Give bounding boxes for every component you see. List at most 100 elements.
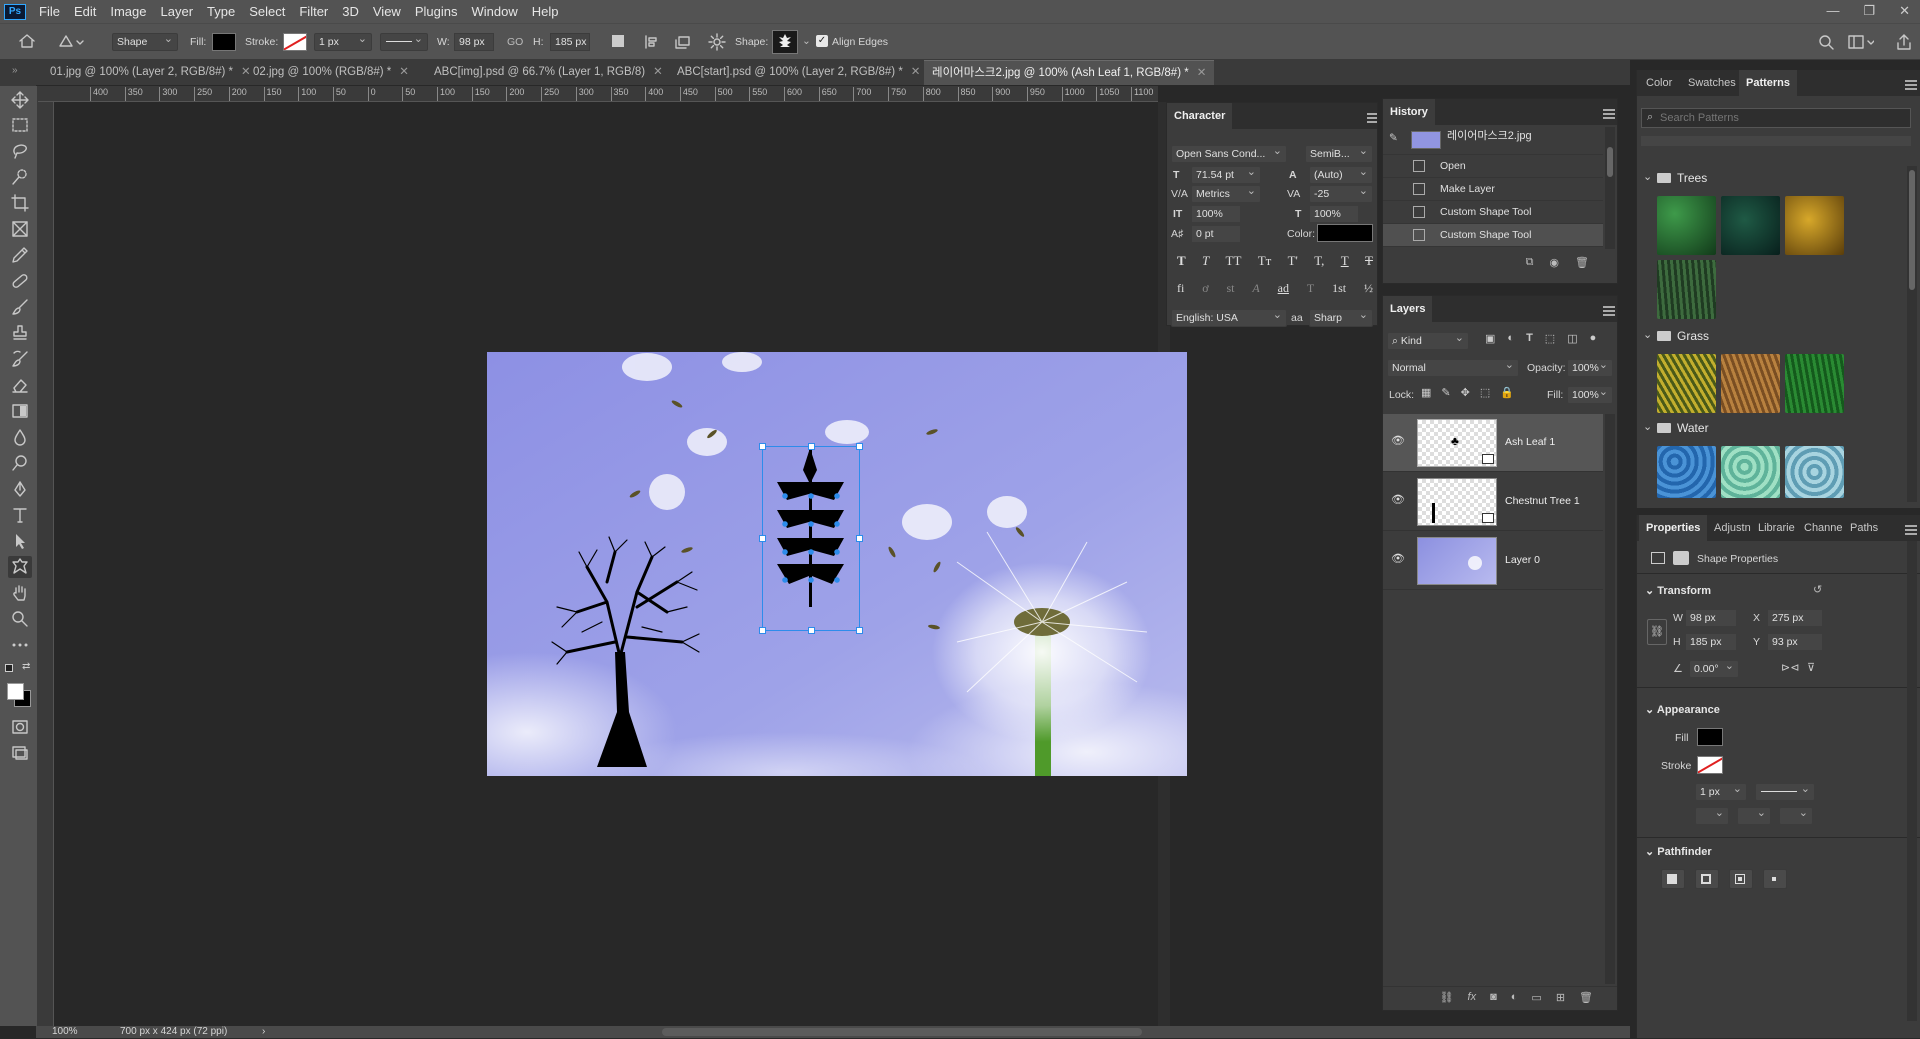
swatches-tab[interactable]: Swatches bbox=[1681, 70, 1743, 96]
link-dimensions-icon[interactable]: GO bbox=[507, 35, 523, 49]
layer-style-fx-icon[interactable]: fx bbox=[1468, 991, 1477, 1010]
pattern-swatch[interactable] bbox=[1785, 354, 1844, 413]
status-arrow-icon[interactable]: › bbox=[262, 1025, 265, 1039]
strikethrough-button[interactable]: T bbox=[1365, 253, 1373, 271]
menu-file[interactable]: File bbox=[32, 0, 67, 23]
layers-menu-icon[interactable] bbox=[1603, 306, 1615, 316]
tracking-select[interactable]: -25 bbox=[1309, 183, 1373, 203]
document-info[interactable]: 700 px x 424 px (72 ppi) bbox=[120, 1025, 227, 1039]
custom-shape-tool-icon[interactable] bbox=[8, 556, 32, 578]
pattern-swatch[interactable] bbox=[1785, 196, 1844, 255]
tool-preset-picker[interactable] bbox=[58, 33, 88, 49]
appearance-stroke-swatch[interactable] bbox=[1697, 756, 1723, 774]
path-arrangement-icon[interactable] bbox=[674, 34, 692, 50]
menu-view[interactable]: View bbox=[366, 0, 408, 23]
vertical-scale-input[interactable]: 100% bbox=[1191, 205, 1241, 223]
appearance-section-label[interactable]: ⌄ Appearance bbox=[1645, 703, 1720, 716]
history-step-current[interactable]: Custom Shape Tool bbox=[1383, 224, 1603, 247]
properties-tab[interactable]: Properties bbox=[1639, 515, 1708, 541]
height-input[interactable]: 185 px bbox=[550, 33, 590, 51]
pattern-swatch[interactable] bbox=[1721, 354, 1780, 413]
layer-name[interactable]: Chestnut Tree 1 bbox=[1505, 495, 1580, 507]
pattern-group-water[interactable]: ⌄ Water bbox=[1643, 420, 1903, 440]
history-tab[interactable]: History bbox=[1383, 99, 1435, 125]
language-select[interactable]: English: USA bbox=[1171, 307, 1287, 327]
layer-name[interactable]: Ash Leaf 1 bbox=[1505, 436, 1555, 448]
tab-01-jpg[interactable]: 01.jpg @ 100% (Layer 2, RGB/8#) * ✕ bbox=[42, 60, 259, 85]
channels-tab[interactable]: Channe bbox=[1797, 515, 1850, 541]
chevron-down-icon[interactable]: ⌄ bbox=[1643, 328, 1652, 341]
filter-pixel-icon[interactable]: ▣ bbox=[1485, 332, 1495, 345]
prop-x-input[interactable]: 275 px bbox=[1767, 609, 1823, 627]
history-menu-icon[interactable] bbox=[1603, 109, 1615, 119]
tab-02-jpg[interactable]: 02.jpg @ 100% (RGB/8#) * ✕ bbox=[245, 60, 417, 85]
fractions-button[interactable]: ½ bbox=[1364, 281, 1373, 299]
pattern-swatch[interactable] bbox=[1721, 196, 1780, 255]
history-snapshot[interactable]: ✎ 레이어마스크2.jpg bbox=[1383, 127, 1603, 155]
lock-transparent-icon[interactable]: ▦ bbox=[1421, 386, 1431, 399]
flip-horizontal-icon[interactable]: ⊳⊲ bbox=[1781, 661, 1799, 674]
font-size-select[interactable]: 71.54 pt bbox=[1191, 164, 1261, 184]
history-brush-icon[interactable]: ✎ bbox=[1389, 127, 1398, 149]
patterns-scrollbar[interactable] bbox=[1907, 166, 1917, 502]
stroke-corners-select[interactable] bbox=[1779, 805, 1813, 825]
transform-handle-bm[interactable] bbox=[808, 627, 815, 634]
all-caps-button[interactable]: TT bbox=[1226, 253, 1242, 271]
marquee-tool-icon[interactable] bbox=[8, 114, 32, 136]
app-logo[interactable]: Ps bbox=[4, 3, 26, 20]
history-brush-tool-icon[interactable] bbox=[8, 348, 32, 370]
menu-plugins[interactable]: Plugins bbox=[408, 0, 465, 23]
tab-abc-img[interactable]: ABC[img].psd @ 66.7% (Layer 1, RGB/8) ✕ bbox=[426, 60, 671, 85]
visibility-eye-icon[interactable]: 👁 bbox=[1391, 552, 1405, 565]
lasso-tool-icon[interactable] bbox=[8, 140, 32, 162]
frame-tool-icon[interactable] bbox=[8, 218, 32, 240]
swap-colors-icon[interactable]: ⇄ bbox=[22, 661, 30, 672]
kerning-select[interactable]: Metrics bbox=[1191, 183, 1261, 203]
close-tab-icon[interactable]: ✕ bbox=[1197, 67, 1207, 79]
clone-stamp-tool-icon[interactable] bbox=[8, 322, 32, 344]
tab-abc-start[interactable]: ABC[start].psd @ 100% (Layer 2, RGB/8#) … bbox=[669, 60, 928, 85]
transform-handle-tr[interactable] bbox=[856, 443, 863, 450]
subtract-front-button[interactable] bbox=[1695, 869, 1719, 889]
pattern-swatch[interactable] bbox=[1657, 354, 1716, 413]
stroke-type-select[interactable] bbox=[380, 31, 428, 51]
path-operations-icon[interactable] bbox=[612, 35, 624, 47]
history-scrollbar[interactable] bbox=[1605, 127, 1615, 249]
pattern-search-input[interactable] bbox=[1660, 110, 1900, 126]
faux-italic-button[interactable]: T bbox=[1202, 253, 1209, 271]
brush-tool-icon[interactable] bbox=[8, 296, 32, 318]
path-selection-tool-icon[interactable] bbox=[8, 530, 32, 552]
font-family-select[interactable]: Open Sans Cond... bbox=[1171, 143, 1287, 163]
menu-window[interactable]: Window bbox=[464, 0, 524, 23]
layer-row-ash-leaf[interactable]: 👁 ♣ Ash Leaf 1 bbox=[1383, 414, 1603, 472]
shape-dropdown-icon[interactable]: ⌄ bbox=[802, 34, 811, 48]
healing-brush-tool-icon[interactable] bbox=[8, 270, 32, 292]
width-input[interactable]: 98 px bbox=[454, 33, 494, 51]
screen-mode-icon[interactable] bbox=[8, 742, 32, 764]
close-tab-icon[interactable]: ✕ bbox=[911, 66, 921, 78]
visibility-eye-icon[interactable]: 👁 bbox=[1391, 434, 1405, 447]
more-tools-icon[interactable] bbox=[8, 634, 32, 656]
home-icon[interactable] bbox=[18, 33, 36, 49]
small-caps-button[interactable]: Tт bbox=[1258, 253, 1272, 271]
history-step[interactable]: Open bbox=[1383, 155, 1603, 178]
appearance-stroke-width-select[interactable]: 1 px bbox=[1695, 781, 1747, 801]
adjustment-layer-icon[interactable]: ◐ bbox=[1511, 991, 1518, 1010]
patterns-menu-icon[interactable] bbox=[1905, 80, 1917, 90]
move-tool-icon[interactable] bbox=[8, 89, 32, 111]
quick-select-tool-icon[interactable] bbox=[8, 166, 32, 188]
crop-tool-icon[interactable] bbox=[8, 192, 32, 214]
path-anchor-points[interactable] bbox=[772, 482, 852, 592]
prop-height-input[interactable]: 185 px bbox=[1685, 633, 1737, 651]
ligatures-button[interactable]: fi bbox=[1177, 281, 1184, 299]
align-edges-checkbox[interactable]: ✓ bbox=[816, 35, 828, 47]
share-icon[interactable] bbox=[1896, 33, 1912, 51]
filter-type-icon[interactable]: T bbox=[1526, 332, 1533, 345]
superscript-button[interactable]: T' bbox=[1288, 253, 1298, 271]
combine-shapes-button[interactable] bbox=[1661, 869, 1685, 889]
pathfinder-section-label[interactable]: ⌄ Pathfinder bbox=[1645, 845, 1712, 858]
reset-transform-icon[interactable]: ↺ bbox=[1813, 583, 1822, 596]
ordinals-button[interactable]: 1st bbox=[1332, 281, 1346, 299]
restore-icon[interactable]: ❐ bbox=[1863, 0, 1875, 22]
horizontal-scrollbar[interactable] bbox=[662, 1028, 1142, 1036]
